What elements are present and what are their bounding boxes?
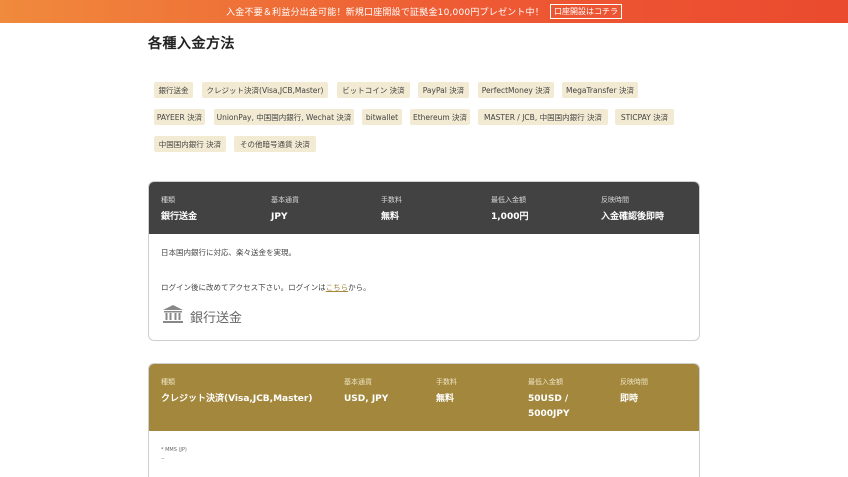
type-label: 種類 — [161, 196, 175, 204]
fee-value: 無料 — [381, 212, 400, 222]
bank-transfer-card: 種類 銀行送金 基本通貨 JPY 手数料 無料 最低入金額 1,000円 反映時… — [148, 181, 700, 341]
card-header: 種類 クレジット決済(Visa,JCB,Master) 基本通貨 USD, JP… — [149, 364, 699, 431]
small-note-2: -- — [161, 456, 165, 462]
bank-icon — [162, 304, 184, 328]
chip-payeer[interactable]: PAYEER 決済 — [154, 109, 205, 125]
min-deposit-label: 最低入金額 — [528, 378, 563, 386]
currency-value: JPY — [271, 212, 288, 222]
chip-credit-card[interactable]: クレジット決済(Visa,JCB,Master) — [202, 82, 328, 98]
login-link[interactable]: こちら — [326, 283, 349, 292]
chip-ethereum[interactable]: Ethereum 決済 — [410, 109, 470, 125]
col-reflection-time: 反映時間 入金確認後即時 — [601, 195, 664, 225]
chip-unionpay[interactable]: UnionPay, 中国国内銀行, Wechat 決済 — [214, 109, 354, 125]
chip-china-bank[interactable]: 中国国内銀行 決済 — [154, 136, 226, 152]
min-deposit-label: 最低入金額 — [491, 196, 526, 204]
col-min-deposit: 最低入金額 50USD / 5000JPY — [528, 377, 570, 422]
col-currency: 基本通貨 JPY — [271, 195, 299, 225]
reflection-time-label: 反映時間 — [601, 196, 629, 204]
bank-transfer-logo: 銀行送金 — [162, 304, 242, 328]
currency-label: 基本通貨 — [344, 378, 372, 386]
reflection-time-value: 入金確認後即時 — [601, 212, 665, 222]
chip-other-crypto[interactable]: その他暗号通貨 決済 — [234, 136, 316, 152]
type-value: 銀行送金 — [161, 212, 198, 222]
login-note: ログイン後に改めてアクセス下さい。ログインはこちらから。 — [161, 282, 371, 293]
chip-perfectmoney[interactable]: PerfectMoney 決済 — [478, 82, 554, 98]
chip-megatransfer[interactable]: MegaTransfer 決済 — [562, 82, 638, 98]
card-description: 日本国内銀行に対応、楽々送金を実現。 — [161, 248, 296, 257]
login-note-suffix: から。 — [348, 283, 371, 292]
type-label: 種類 — [161, 378, 175, 386]
type-value: クレジット決済(Visa,JCB,Master) — [161, 394, 313, 404]
small-note-1: * MMS (JP) — [161, 447, 187, 453]
card-header: 種類 銀行送金 基本通貨 JPY 手数料 無料 最低入金額 1,000円 反映時… — [149, 182, 699, 234]
chip-master-jcb[interactable]: MASTER / JCB, 中国国内銀行 決済 — [478, 109, 608, 125]
logo-text: 銀行送金 — [190, 310, 243, 326]
min-deposit-value-1: 50USD / — [528, 394, 569, 404]
login-note-prefix: ログイン後に改めてアクセス下さい。ログインは — [161, 283, 326, 292]
fee-label: 手数料 — [436, 378, 457, 386]
col-currency: 基本通貨 USD, JPY — [344, 377, 388, 407]
chip-bitcoin[interactable]: ビットコイン 決済 — [337, 82, 410, 98]
chip-sticpay[interactable]: STICPAY 決済 — [615, 109, 674, 125]
currency-value: USD, JPY — [344, 394, 389, 404]
col-min-deposit: 最低入金額 1,000円 — [491, 195, 528, 225]
open-account-button[interactable]: 口座開設はコチラ — [549, 4, 622, 19]
chip-bitwallet[interactable]: bitwallet — [362, 109, 402, 125]
reflection-time-label: 反映時間 — [620, 378, 648, 386]
col-fee: 手数料 無料 — [436, 377, 457, 407]
currency-label: 基本通貨 — [271, 196, 299, 204]
chip-paypal[interactable]: PayPal 決済 — [418, 82, 469, 98]
credit-card-card: 種類 クレジット決済(Visa,JCB,Master) 基本通貨 USD, JP… — [148, 363, 700, 477]
fee-label: 手数料 — [381, 196, 402, 204]
col-type: 種類 銀行送金 — [161, 195, 197, 225]
page-title: 各種入金方法 — [148, 36, 235, 52]
col-type: 種類 クレジット決済(Visa,JCB,Master) — [161, 377, 312, 407]
fee-value: 無料 — [436, 394, 455, 404]
col-fee: 手数料 無料 — [381, 195, 402, 225]
col-reflection-time: 反映時間 即時 — [620, 377, 648, 407]
min-deposit-value: 1,000円 — [491, 212, 529, 222]
chip-bank-transfer[interactable]: 銀行送金 — [154, 82, 193, 98]
promo-message: 入金不要＆利益分出金可能！新規口座開設で証拠金10,000円プレゼント中！ — [226, 8, 544, 18]
promo-banner: 入金不要＆利益分出金可能！新規口座開設で証拠金10,000円プレゼント中！ 口座… — [0, 0, 848, 23]
reflection-time-value: 即時 — [620, 394, 639, 404]
min-deposit-value-2: 5000JPY — [528, 409, 570, 419]
